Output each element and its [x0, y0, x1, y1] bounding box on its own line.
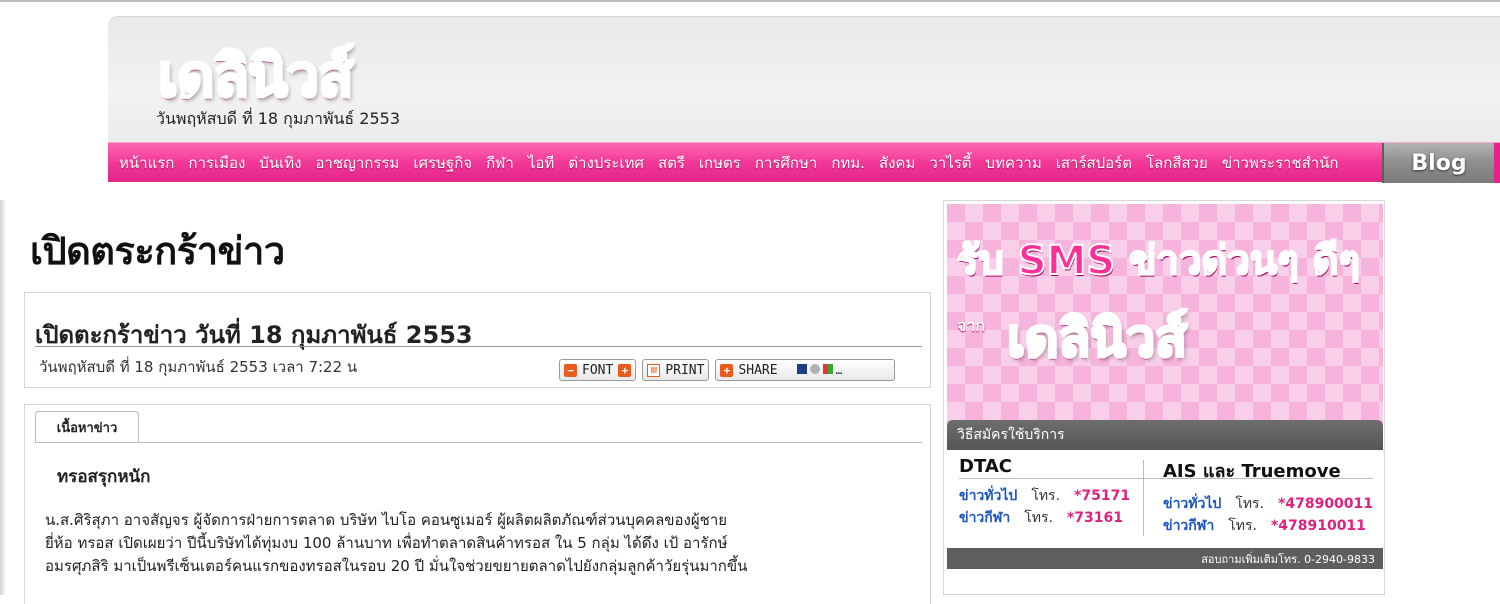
top-rule	[0, 0, 1500, 2]
blog-button[interactable]: Blog	[1382, 143, 1494, 183]
article-body: น.ส.ศิริสุภา อาจสัญจร ผู้จัดการฝ่ายการตล…	[45, 509, 925, 578]
ais-column: AIS และ Truemove ข่าวทั่วไป โทร. *478900…	[1163, 456, 1373, 537]
more-icon: …	[835, 363, 843, 377]
row-number: *75171	[1074, 488, 1131, 504]
nav-item-foreign[interactable]: ต่างประเทศ	[561, 151, 651, 175]
operator-title-rule	[959, 478, 1373, 479]
nav-items: หน้าแรก การเมือง บันเทิง อาชญากรรม เศรษฐ…	[112, 143, 1346, 183]
nav-item-crime[interactable]: อาชญากรรม	[308, 151, 406, 175]
nav-item-agriculture[interactable]: เกษตร	[692, 151, 748, 175]
font-size-button[interactable]: − FONT +	[559, 359, 637, 381]
dtac-row-sports: ข่าวกีฬา โทร. *73161	[959, 507, 1130, 529]
row-number: *73161	[1066, 510, 1123, 526]
nav-item-home[interactable]: หน้าแรก	[112, 151, 181, 175]
row-label: ข่าวทั่วไป	[1163, 496, 1222, 512]
operator-divider	[1143, 460, 1144, 536]
font-label: FONT	[582, 362, 614, 378]
page-title: เปิดตระกร้าข่าว	[30, 229, 285, 273]
sms-ad-banner[interactable]: รับ SMS ข่าวด่วนๆ ดีๆ จาก เดลินิวส์ วิธี…	[943, 200, 1385, 595]
nav-item-women[interactable]: สตรี	[651, 151, 692, 175]
share-button[interactable]: + SHARE …	[715, 359, 896, 381]
page-edge-shadow	[0, 200, 6, 595]
share-service-icons: …	[796, 363, 843, 377]
row-number: *478910011	[1270, 518, 1366, 534]
dtac-row-general: ข่าวทั่วไป โทร. *75171	[959, 485, 1130, 507]
body-line: ยี่ห้อ ทรอส เปิดเผยว่า ปีนี้บริษัทได้ทุ่…	[45, 534, 728, 552]
row-tel: โทร.	[1235, 496, 1265, 512]
row-tel: โทร.	[1031, 488, 1061, 504]
windows-icon	[822, 363, 833, 374]
dtac-column: DTAC ข่าวทั่วไป โทร. *75171 ข่าวกีฬา โทร…	[959, 456, 1130, 529]
ad-operators-panel: DTAC ข่าวทั่วไป โทร. *75171 ข่าวกีฬา โทร…	[947, 450, 1383, 548]
digg-icon	[809, 363, 820, 374]
nav-item-articles[interactable]: บทความ	[979, 151, 1049, 175]
site-header: เดลินิวส์ วันพฤหัสบดี ที่ 18 กุมภาพันธ์ …	[108, 16, 1500, 142]
ad-contact-footer: สอบถามเพิ่มเติมโทร. 0-2940-9833	[947, 548, 1383, 569]
body-line: อมรศุภสิริ มาเป็นพรีเซ็นเตอร์คนแรกของทรอ…	[45, 557, 748, 575]
header-date: วันพฤหัสบดี ที่ 18 กุมภาพันธ์ 2553	[156, 109, 400, 128]
row-label: ข่าวกีฬา	[1163, 518, 1215, 534]
ad-headline: รับ SMS ข่าวด่วนๆ ดีๆ	[956, 237, 1361, 285]
print-button[interactable]: ▤ PRINT	[642, 359, 710, 381]
nav-item-variety[interactable]: วาไรตี้	[922, 151, 978, 175]
delicious-icon	[796, 363, 807, 374]
print-label: PRINT	[665, 362, 705, 378]
nav-item-politics[interactable]: การเมือง	[181, 151, 252, 175]
ais-row-sports: ข่าวกีฬา โทร. *478910011	[1163, 515, 1373, 537]
article-title-divider	[35, 346, 922, 347]
article-timestamp: วันพฤหัสบดี ที่ 18 กุมภาพันธ์ 2553 เวลา …	[39, 358, 358, 376]
row-number: *478900011	[1278, 496, 1374, 512]
nav-item-bangkok[interactable]: กทม.	[824, 151, 872, 175]
sms-ad-body: รับ SMS ข่าวด่วนๆ ดีๆ จาก เดลินิวส์ วิธี…	[947, 204, 1383, 569]
tab-news-content[interactable]: เนื้อหาข่าว	[35, 411, 139, 443]
row-tel: โทร.	[1228, 518, 1257, 534]
nav-item-education[interactable]: การศึกษา	[748, 151, 824, 175]
article-content: เนื้อหาข่าว ทรอสรุกหนัก น.ส.ศิริสุภา อาจ…	[24, 404, 931, 604]
main-nav: หน้าแรก การเมือง บันเทิง อาชญากรรม เศรษฐ…	[108, 142, 1500, 183]
nav-end-cap	[1494, 143, 1500, 183]
ad-logo: เดลินิวส์	[1006, 308, 1189, 371]
article-header: เปิดตะกร้าข่าว วันที่ 18 กุมภาพันธ์ 2553…	[24, 292, 931, 388]
article-subhead: ทรอสรุกหนัก	[57, 467, 151, 487]
nav-item-beauty[interactable]: โลกสีสวย	[1139, 151, 1215, 175]
nav-item-society[interactable]: สังคม	[872, 151, 922, 175]
tab-divider	[35, 442, 922, 443]
article-title: เปิดตะกร้าข่าว วันที่ 18 กุมภาพันธ์ 2553	[35, 321, 473, 349]
printer-icon: ▤	[647, 363, 661, 377]
row-tel: โทร.	[1024, 510, 1053, 526]
nav-item-saturday-sport[interactable]: เสาร์สปอร์ต	[1049, 151, 1139, 175]
nav-item-sports[interactable]: กีฬา	[479, 151, 521, 175]
ais-row-general: ข่าวทั่วไป โทร. *478900011	[1163, 493, 1373, 515]
ad-signup-bar: วิธีสมัครใช้บริการ	[947, 420, 1383, 450]
body-line: น.ส.ศิริสุภา อาจสัญจร ผู้จัดการฝ่ายการตล…	[45, 511, 728, 529]
share-plus-icon: +	[720, 363, 734, 377]
ais-title: AIS และ Truemove	[1163, 461, 1341, 482]
dtac-title: DTAC	[959, 456, 1012, 477]
site-logo[interactable]: เดลินิวส์	[157, 44, 356, 109]
plus-icon: +	[618, 363, 632, 377]
nav-item-entertainment[interactable]: บันเทิง	[252, 151, 308, 175]
share-label: SHARE	[738, 362, 778, 378]
row-label: ข่าวกีฬา	[959, 510, 1011, 526]
article-tools: − FONT + ▤ PRINT + SHARE …	[559, 359, 896, 381]
nav-item-economy[interactable]: เศรษฐกิจ	[406, 151, 479, 175]
ad-from-label: จาก	[957, 316, 986, 335]
row-label: ข่าวทั่วไป	[959, 488, 1018, 504]
minus-icon: −	[564, 363, 577, 377]
nav-item-it[interactable]: ไอที	[521, 151, 561, 175]
nav-item-royal-news[interactable]: ข่าวพระราชสำนัก	[1215, 151, 1346, 175]
